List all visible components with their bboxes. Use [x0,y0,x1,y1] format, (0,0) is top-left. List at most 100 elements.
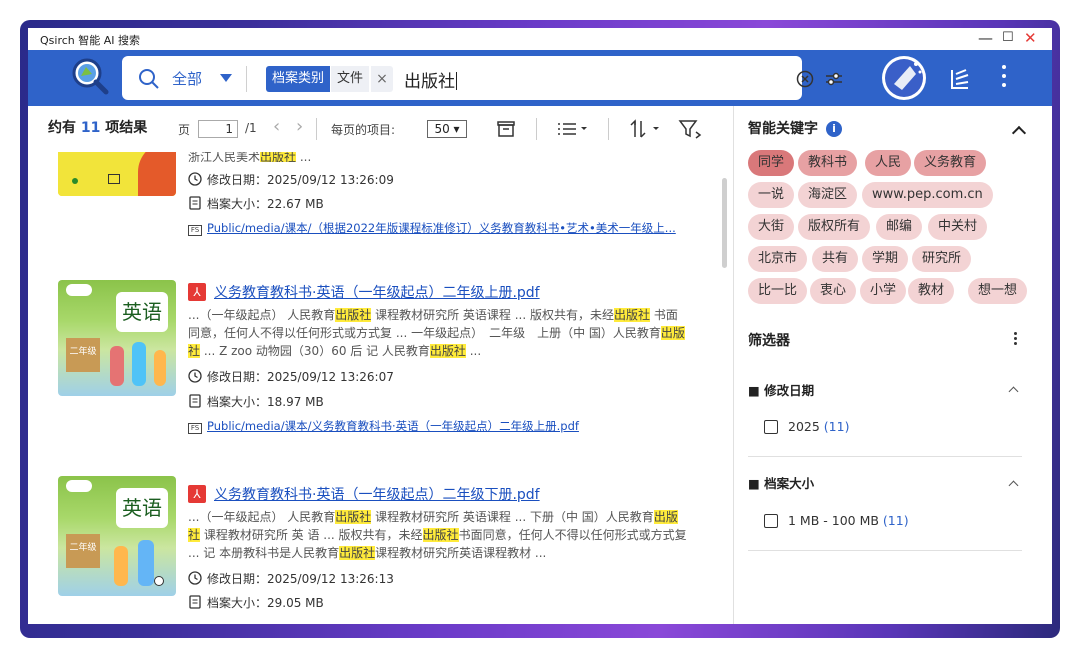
scrollbar[interactable] [722,178,727,268]
divider [246,66,247,92]
filter-modified-title[interactable]: ■ 修改日期 [748,380,814,399]
snippet-text: 课程教材研究所 英 语 ... 版权共有，未经 [200,528,423,542]
result-snippet: ...（一年级起点） 人民教育出版社 课程教材研究所 英语课程 ... 版权共有… [188,306,688,360]
divider [608,118,609,140]
result-snippet: ...（一年级起点） 人民教育出版社 课程教材研究所 英语课程 ... 下册（中… [188,508,688,562]
keyword-tag[interactable]: 人民 [865,150,912,176]
window-title: Qsirch 智能 AI 搜索 [40,34,141,47]
keyword-tag[interactable]: 学期 [862,246,909,272]
keywords-title: 智能关键字 i [748,118,842,138]
result-modified: 修改日期：2025/09/12 13:26:13 [188,570,394,587]
per-page-label: 每页的项目: [331,123,396,137]
keyword-tag[interactable]: 义务教育 [914,150,987,176]
clock-icon [188,571,202,585]
search-icon [139,69,159,89]
document-icon [189,595,201,609]
advanced-search-icon[interactable] [824,69,844,89]
highlight-term: 出版社 [429,344,466,358]
divider [748,550,1022,551]
result-size: 档案大小：22.67 MB [188,195,324,212]
clear-search-icon[interactable] [796,70,814,88]
page-label: 页 [178,123,191,137]
next-page-button[interactable]: › [296,116,303,137]
maximize-button[interactable]: ☐ [1002,29,1014,47]
highlight-term: 出版社 [339,546,376,560]
per-page-select[interactable]: 50 ▾ [427,120,467,138]
clock-icon [188,172,202,186]
search-input[interactable]: 出版社 [404,67,457,92]
keyword-tag[interactable]: 教科书 [798,150,858,176]
results-toolbar: 约有 11 项结果 页 1 /1 ‹ › 每页的项目: 50 ▾ [28,106,733,152]
ai-assistant-icon[interactable] [880,54,928,102]
keyword-tag[interactable]: 海淀区 [798,182,858,208]
sort-icon[interactable] [628,118,662,140]
file-station-icon: FS [188,225,202,236]
result-path-link[interactable]: FS Public/media/课本/义务教育教科书·英语（一年级起点）二年级上册… [188,418,708,434]
keyword-tag[interactable]: 版权所有 [798,214,871,240]
archive-icon[interactable] [496,119,516,139]
page-total: /1 [245,121,257,135]
result-count: 约有 11 项结果 [48,120,148,136]
thumbnail[interactable]: 英语 二年级 [58,476,176,596]
thumbnail[interactable] [58,152,176,196]
filter-size-checkbox[interactable] [764,514,778,528]
document-icon [189,394,201,408]
result-size: 档案大小：18.97 MB [188,393,324,410]
filter-chip-remove-button[interactable]: × [371,66,393,92]
close-button[interactable]: ✕ [1024,29,1037,47]
more-menu-icon[interactable] [994,60,1014,96]
filter-size-label[interactable]: 1 MB - 100 MB (11) [788,513,909,528]
list-view-icon[interactable] [556,119,590,139]
snippet-text: 课程教材研究所英语课程教材 ... [375,546,547,560]
filter-icon[interactable] [678,118,704,140]
snippet-text: ...（一年级起点） 人民教育 [188,510,336,524]
filters-menu-icon[interactable] [1012,330,1018,350]
result-title-link[interactable]: ⅄ 义务教育教科书·英语（一年级起点）二年级下册.pdf [188,484,540,504]
snippet-text: 课程教材研究所 英语课程 ... 版权共有，未经 [371,308,614,322]
result-modified: 修改日期：2025/09/12 13:26:07 [188,368,394,385]
filter-size-title[interactable]: ■ 档案大小 [748,473,814,492]
keyword-tag[interactable]: 衷心 [810,278,857,304]
result-snippet: 浙江人民美术出版社 ... [188,152,312,162]
keyword-tag[interactable]: 大街 [748,214,795,240]
thumbnail[interactable]: 英语 二年级 [58,280,176,396]
keyword-tag[interactable]: 想一想 [968,278,1028,304]
search-box[interactable]: 全部 档案类别 文件 × 出版社 [122,56,842,100]
keyword-tag[interactable]: 邮编 [876,214,923,240]
keyword-tag[interactable]: 共有 [812,246,859,272]
keyword-tag[interactable]: 一说 [748,182,795,208]
search-header: 全部 档案类别 文件 × 出版社 [28,50,1052,106]
highlight-term: 出版社 [335,308,372,322]
filter-2025-checkbox[interactable] [764,420,778,434]
chevron-up-icon[interactable] [1011,125,1027,141]
result-path-link[interactable]: FS Public/media/课本/（根据2022年版课程标准修订）义务教育教科… [188,220,708,236]
prev-page-button[interactable]: ‹ [273,116,280,137]
minimize-button[interactable]: — [978,29,993,47]
chevron-up-icon[interactable] [1008,386,1019,397]
keyword-tag[interactable]: 同学 [748,150,795,176]
result-title-link[interactable]: ⅄ 义务教育教科书·英语（一年级起点）二年级上册.pdf [188,282,540,302]
keyword-tag[interactable]: 中关村 [928,214,988,240]
scope-selector[interactable]: 全部 [172,68,202,89]
keyword-tag[interactable]: www.pep.com.cn [862,182,993,208]
chevron-up-icon[interactable] [1008,480,1019,491]
stack-icon[interactable] [946,66,972,92]
divider [748,456,1022,457]
results-list: 浙江人民美术出版社 ... 修改日期：2025/09/12 13:26:09 档… [28,152,733,624]
keyword-tag[interactable]: 小学 [860,278,907,304]
page-input[interactable]: 1 [198,120,238,138]
keyword-tag[interactable]: 比一比 [748,278,808,304]
snippet-text: ...（一年级起点） 人民教育 [188,308,336,322]
keyword-tag[interactable]: 北京市 [748,246,808,272]
file-station-icon: FS [188,423,202,434]
chevron-down-icon[interactable] [220,74,232,82]
qsirch-logo-icon [72,58,109,95]
filters-title: 筛选器 [748,333,790,349]
info-icon[interactable]: i [826,121,842,137]
filter-chip-label: 档案类别 [266,66,331,92]
keyword-tag[interactable]: 教材 [908,278,955,304]
highlight-term: 出版社 [613,308,650,322]
pdf-icon: ⅄ [188,283,206,301]
filter-2025-label[interactable]: 2025 (11) [788,419,849,434]
keyword-tag[interactable]: 研究所 [912,246,972,272]
